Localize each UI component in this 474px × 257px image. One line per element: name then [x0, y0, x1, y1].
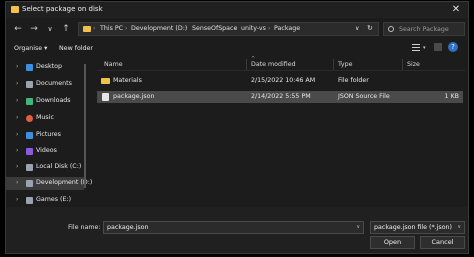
sidebar-item-label: Games (E:) — [36, 196, 72, 203]
sidebar-item-local-disk-c[interactable]: › Local Disk (C:) — [6, 161, 84, 174]
expand-chevron-icon[interactable]: › — [16, 97, 18, 104]
music-icon — [26, 115, 33, 122]
file-name-label: File name: — [68, 224, 101, 231]
back-arrow-icon[interactable]: ← — [12, 23, 24, 35]
expand-chevron-icon[interactable]: › — [16, 179, 18, 186]
folder-icon — [11, 6, 19, 13]
column-divider[interactable] — [333, 59, 334, 70]
file-name-field[interactable]: package.json ∨ — [103, 221, 364, 234]
file-date: 2/14/2022 5:55 PM — [251, 93, 311, 100]
nav-pane-scrollbar[interactable] — [84, 64, 86, 188]
sidebar-item-label: Videos — [36, 147, 57, 154]
file-dialog: Select package on disk ✕ ← → ∨ ↑ › This … — [5, 1, 469, 254]
open-button[interactable]: Open — [370, 236, 415, 249]
sidebar-item-pictures[interactable]: › Pictures — [6, 129, 84, 142]
sidebar-item-label: Desktop — [36, 63, 62, 70]
expand-chevron-icon[interactable]: › — [16, 114, 18, 121]
sidebar-item-label: Local Disk (C:) — [36, 163, 82, 170]
drive-icon — [26, 197, 33, 204]
column-header-size[interactable]: Size — [407, 61, 420, 68]
forward-arrow-icon[interactable]: → — [28, 23, 40, 35]
breadcrumb-separator: › — [185, 25, 188, 32]
sidebar-item-games-e[interactable]: › Games (E:) — [6, 194, 84, 207]
sidebar-item-documents[interactable]: › Documents — [6, 78, 84, 91]
drive-icon — [26, 164, 33, 171]
new-folder-button[interactable]: New folder — [59, 45, 93, 52]
file-name: Materials — [113, 77, 142, 84]
help-icon[interactable]: ? — [448, 42, 458, 52]
column-divider[interactable] — [246, 59, 247, 70]
close-button[interactable]: ✕ — [449, 3, 463, 17]
sidebar-item-music[interactable]: › Music — [6, 112, 84, 125]
pictures-icon — [26, 132, 33, 139]
breadcrumb-this-pc[interactable]: This PC — [100, 25, 123, 32]
expand-chevron-icon[interactable]: › — [16, 196, 18, 203]
videos-icon — [26, 148, 33, 155]
title-bar: Select package on disk ✕ — [6, 2, 468, 18]
sidebar-item-label: Music — [36, 114, 54, 121]
address-dropdown-chevron-icon[interactable]: ∨ — [355, 25, 359, 32]
breadcrumb-separator: › — [268, 25, 271, 32]
expand-chevron-icon[interactable]: › — [16, 63, 18, 70]
documents-icon — [26, 81, 33, 88]
folder-icon — [83, 26, 91, 32]
expand-chevron-icon[interactable]: › — [16, 80, 18, 87]
expand-chevron-icon[interactable]: › — [16, 147, 18, 154]
sidebar-item-label: Pictures — [36, 131, 61, 138]
drive-icon — [26, 180, 33, 187]
breadcrumb-senseofspace[interactable]: SenseOfSpace — [192, 25, 237, 32]
expand-chevron-icon[interactable]: › — [16, 131, 18, 138]
breadcrumb-separator: › — [93, 25, 96, 32]
file-name: package.json — [113, 93, 155, 100]
table-row[interactable]: Materials 2/15/2022 10:46 AM File folder — [97, 75, 463, 87]
json-file-icon — [102, 93, 109, 101]
folder-icon — [101, 78, 110, 84]
column-header-name[interactable]: Name — [104, 61, 123, 68]
window-title: Select package on disk — [22, 5, 103, 13]
breadcrumb-separator: › — [125, 25, 128, 32]
recent-locations-chevron-icon[interactable]: ∨ — [44, 23, 56, 35]
downloads-icon — [26, 98, 33, 105]
file-type-value: package.json file (*.json) — [374, 224, 452, 231]
sidebar-item-desktop[interactable]: › Desktop — [6, 61, 84, 74]
file-size: 1 KB — [444, 93, 459, 100]
table-row[interactable]: package.json 2/14/2022 5:55 PM JSON Sour… — [97, 91, 463, 103]
search-input[interactable]: Search Package — [399, 26, 449, 33]
search-box[interactable]: Search Package — [383, 22, 465, 36]
file-type-select[interactable]: package.json file (*.json) ∨ — [370, 221, 465, 234]
file-type: File folder — [338, 77, 369, 84]
file-type-dropdown-chevron-icon[interactable]: ∨ — [457, 224, 461, 230]
breadcrumb-separator: › — [235, 25, 238, 32]
cancel-button[interactable]: Cancel — [420, 236, 465, 249]
breadcrumb-development[interactable]: Development (D:) — [131, 25, 187, 32]
sidebar-item-development-d[interactable]: › Development (D:) — [6, 177, 92, 190]
up-arrow-icon[interactable]: ↑ — [60, 23, 72, 35]
file-date: 2/15/2022 10:46 AM — [251, 77, 316, 84]
column-header-date-modified[interactable]: Date modified — [251, 61, 296, 68]
organise-menu-button[interactable]: Organise ▾ — [14, 45, 47, 52]
file-type: JSON Source File — [338, 93, 390, 100]
sidebar-item-label: Downloads — [36, 97, 71, 104]
view-dropdown-chevron-icon[interactable]: ▾ — [423, 45, 426, 51]
file-name-dropdown-chevron-icon[interactable]: ∨ — [356, 224, 360, 230]
address-bar[interactable]: › This PC › Development (D:) › SenseOfSp… — [78, 22, 379, 36]
sidebar-item-videos[interactable]: › Videos — [6, 145, 84, 158]
desktop-icon — [26, 64, 33, 71]
view-options-icon[interactable] — [411, 43, 421, 52]
header-separator — [97, 70, 465, 71]
preview-pane-icon[interactable] — [434, 43, 442, 51]
column-header-type[interactable]: Type — [338, 61, 352, 68]
file-name-value: package.json — [107, 224, 149, 231]
breadcrumb-unity-vs[interactable]: unity-vs — [241, 25, 266, 32]
column-divider[interactable] — [402, 59, 403, 70]
refresh-icon[interactable]: ↻ — [367, 24, 373, 32]
breadcrumb-package[interactable]: Package — [274, 25, 300, 32]
sidebar-item-label: Documents — [36, 80, 72, 87]
search-icon — [388, 26, 394, 32]
sidebar-item-downloads[interactable]: › Downloads — [6, 95, 84, 108]
expand-chevron-icon[interactable]: › — [16, 163, 18, 170]
